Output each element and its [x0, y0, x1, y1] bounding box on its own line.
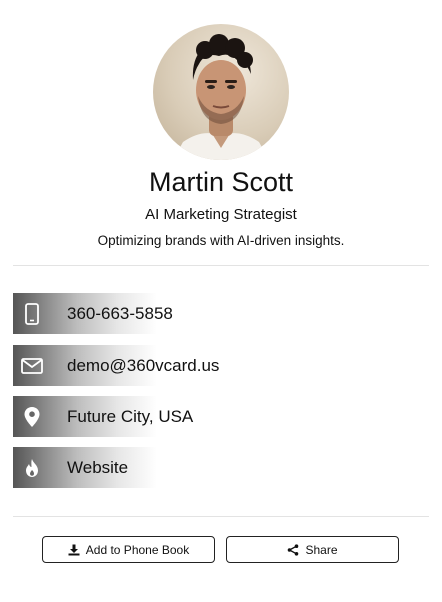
divider [13, 516, 429, 517]
download-icon [68, 544, 80, 555]
contact-phone-label: 360-663-5858 [67, 303, 173, 323]
contact-email[interactable]: demo@360vcard.us [13, 345, 413, 386]
add-to-phone-book-button[interactable]: Add to Phone Book [42, 536, 215, 563]
phone-icon [13, 293, 51, 334]
profile-name: Martin Scott [148, 167, 294, 197]
contact-email-label: demo@360vcard.us [67, 355, 220, 375]
divider [13, 265, 429, 266]
add-to-phone-book-label: Add to Phone Book [85, 542, 190, 557]
email-icon [13, 345, 51, 386]
website-icon [13, 447, 51, 488]
profile-tagline: Optimizing brands with AI-driven insight… [97, 233, 345, 248]
share-button[interactable]: Share [226, 536, 399, 563]
location-pin-icon [13, 396, 51, 437]
contact-website[interactable]: Website [13, 447, 413, 488]
contact-location-label: Future City, USA [67, 406, 194, 426]
profile-photo [153, 24, 289, 160]
contact-location[interactable]: Future City, USA [13, 396, 413, 437]
share-label: Share [305, 542, 338, 557]
profile-role: AI Marketing Strategist [145, 206, 297, 223]
share-icon [288, 543, 299, 556]
contact-phone[interactable]: 360-663-5858 [13, 293, 413, 334]
person-portrait [173, 34, 269, 160]
contact-website-label: Website [67, 457, 129, 477]
